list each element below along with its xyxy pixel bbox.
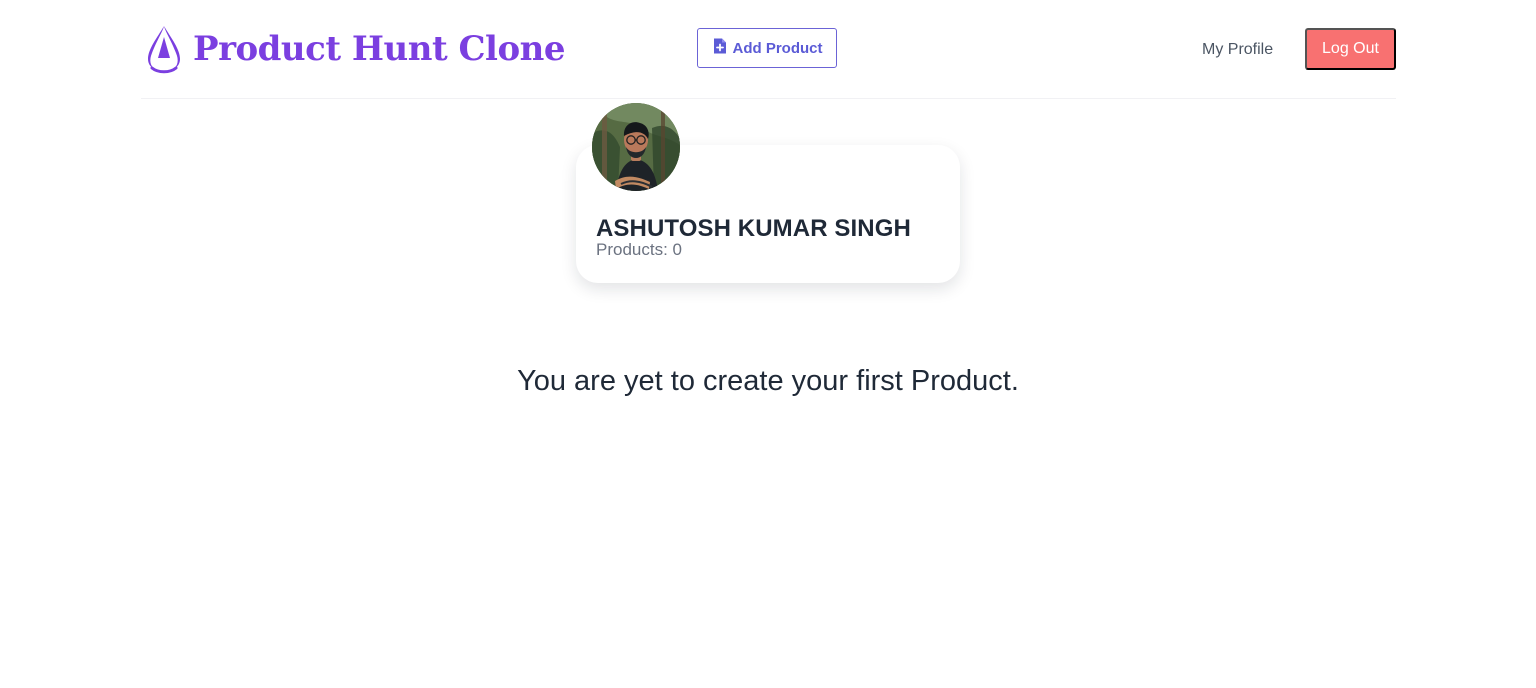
add-product-button[interactable]: Add Product: [697, 28, 837, 68]
drop-triangle-logo-icon: [145, 24, 183, 74]
product-count: Products: 0: [596, 240, 682, 259]
my-profile-link[interactable]: My Profile: [1202, 39, 1273, 61]
add-product-label: Add Product: [732, 39, 823, 57]
empty-products-message: You are yet to create your first Product…: [517, 365, 1019, 397]
file-plus-icon: [712, 37, 733, 59]
logout-button[interactable]: Log Out: [1305, 28, 1396, 70]
brand-title: Product Hunt Clone: [193, 29, 566, 69]
brand-home-link[interactable]: Product Hunt Clone: [145, 22, 566, 76]
avatar: [592, 103, 680, 191]
top-navigation: Product Hunt Clone Add Product My Profil…: [141, 0, 1396, 99]
